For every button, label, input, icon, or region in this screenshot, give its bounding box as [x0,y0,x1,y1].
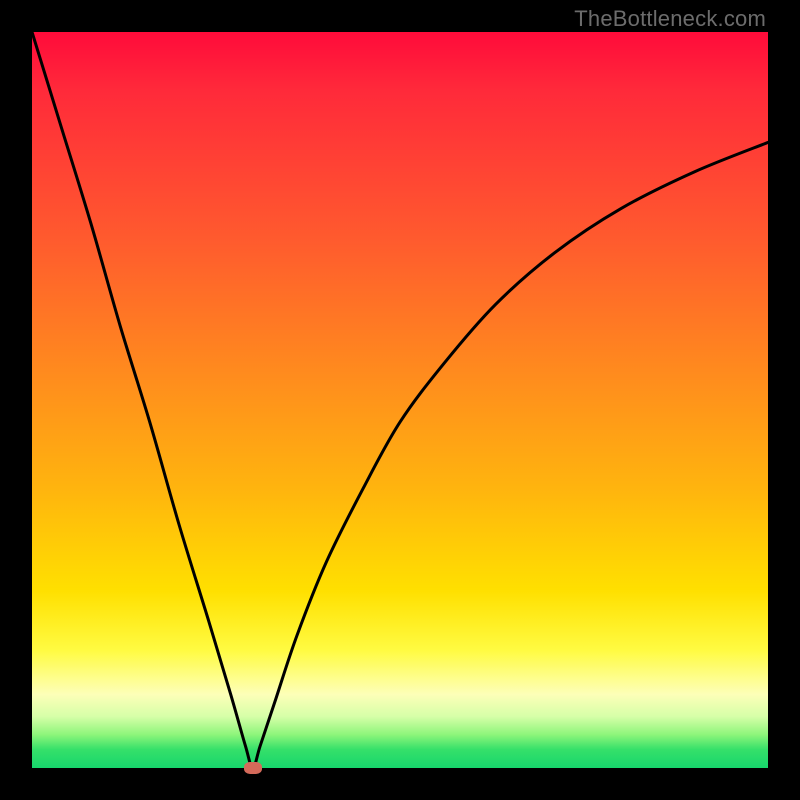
minimum-marker [244,762,262,774]
watermark-text: TheBottleneck.com [574,6,766,32]
bottleneck-curve [32,32,768,768]
curve-svg [32,32,768,768]
chart-frame: TheBottleneck.com [0,0,800,800]
plot-area [32,32,768,768]
